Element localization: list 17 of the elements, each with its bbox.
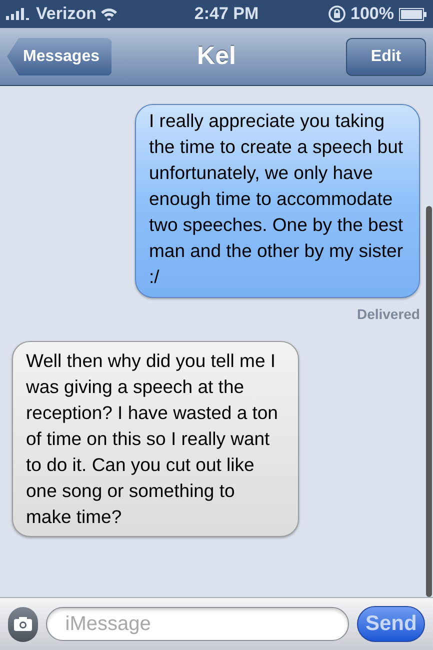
camera-icon [14, 617, 32, 631]
edit-button[interactable]: Edit [346, 38, 426, 76]
clock: 2:47 PM [194, 3, 259, 26]
message-input-field[interactable]: iMessage [46, 607, 350, 641]
wifi-icon [100, 7, 118, 21]
send-button[interactable]: Send [357, 606, 425, 642]
back-button[interactable]: Messages [7, 38, 112, 76]
conversation-title: Kel [197, 40, 236, 72]
rotation-lock-icon [328, 5, 346, 23]
carrier-name: Verizon [36, 3, 96, 26]
sent-message-bubble: I really appreciate you taking the time to create a speech but unfortunately, we only have enough time to accommodate two speeches. One by the best man and the other by my sister :/ [135, 104, 420, 298]
camera-button[interactable] [8, 606, 38, 642]
signal-icon [6, 8, 32, 20]
received-message-bubble: Well then why did you tell me I was giving a speech at the reception? I have wasted a ton of time on this so I really want to do it. Can you cut out like one song or something to make time? [12, 341, 299, 537]
battery-icon [399, 8, 427, 20]
delivery-status: Delivered [356, 305, 420, 324]
battery-percentage: 100% [350, 3, 394, 26]
